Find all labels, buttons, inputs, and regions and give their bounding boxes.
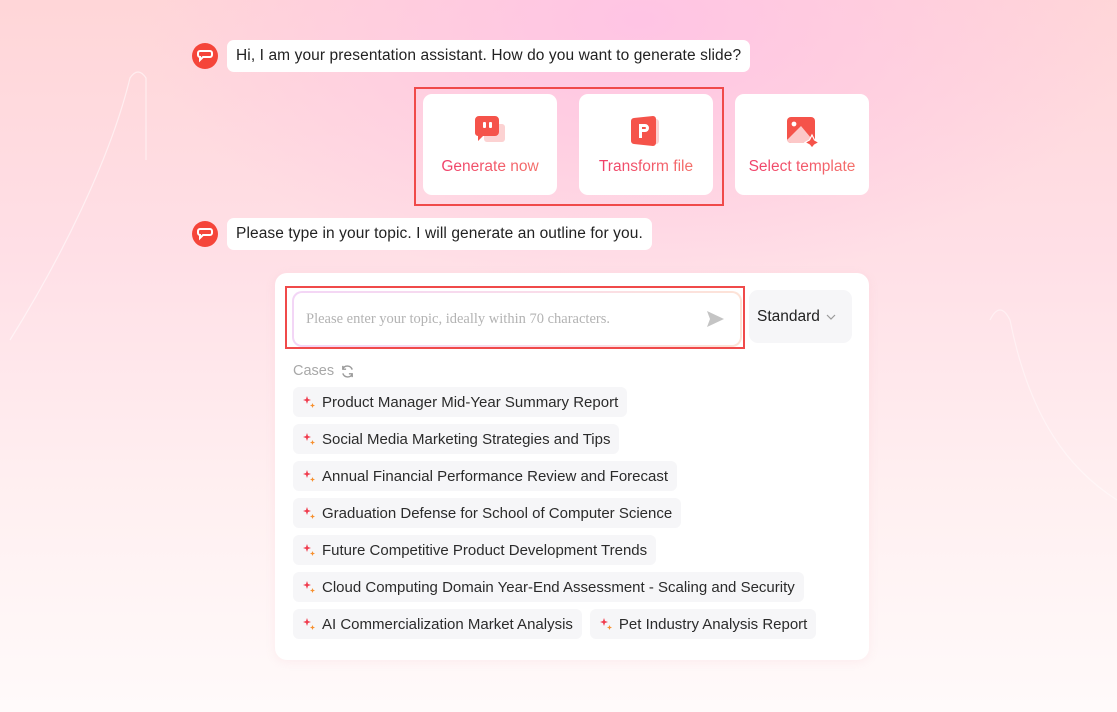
assistant-avatar [192, 221, 218, 247]
option-label: Generate now [441, 158, 539, 175]
mode-select[interactable]: Standard [749, 290, 852, 343]
sparkle-icon [303, 507, 315, 519]
case-label: AI Commercialization Market Analysis [322, 615, 573, 633]
generate-now-button[interactable]: Generate now [423, 94, 557, 195]
sparkle-icon [303, 470, 315, 482]
send-button[interactable] [704, 308, 726, 330]
option-label: Transform file [598, 158, 694, 175]
send-arrow-icon [707, 311, 724, 327]
assistant-message: Hi, I am your presentation assistant. Ho… [192, 40, 751, 72]
sparkle-icon [599, 618, 612, 630]
case-chip[interactable]: Future Competitive Product Development T… [293, 535, 657, 565]
chevron-down-icon [826, 314, 836, 320]
case-list: Product Manager Mid-Year Summary Report … [293, 387, 853, 646]
cases-header: Cases [293, 363, 355, 379]
case-chip[interactable]: Pet Industry Analysis Report [589, 609, 817, 639]
case-chip[interactable]: Cloud Computing Domain Year-End Assessme… [293, 572, 804, 602]
case-chip[interactable]: Social Media Marketing Strategies and Ti… [293, 424, 620, 454]
case-label: Product Manager Mid-Year Summary Report [322, 393, 619, 411]
sparkle-icon [303, 396, 315, 408]
assistant-avatar [192, 43, 218, 69]
case-label: Future Competitive Product Development T… [322, 541, 648, 559]
generation-options: Generate now Transform file Select templ… [423, 94, 869, 195]
case-chip[interactable]: Product Manager Mid-Year Summary Report [293, 387, 628, 417]
case-label: Pet Industry Analysis Report [618, 615, 808, 633]
case-chip[interactable]: Graduation Defense for School of Compute… [293, 498, 682, 528]
image-sparkle-icon [787, 117, 819, 148]
sparkle-icon [303, 544, 315, 556]
message-text: Please type in your topic. I will genera… [227, 218, 652, 250]
select-template-button[interactable]: Select template [735, 94, 869, 195]
case-label: Graduation Defense for School of Compute… [322, 504, 673, 522]
chat-bubble-logo-icon [197, 50, 213, 63]
case-chip[interactable]: AI Commercialization Market Analysis [293, 609, 582, 639]
topic-input[interactable] [306, 310, 704, 328]
case-label: Social Media Marketing Strategies and Ti… [322, 430, 611, 448]
powerpoint-file-icon [631, 116, 659, 146]
chat-bubble-logo-icon [197, 228, 213, 241]
message-text: Hi, I am your presentation assistant. Ho… [227, 40, 751, 72]
case-label: Cloud Computing Domain Year-End Assessme… [322, 578, 795, 596]
topic-input-container [292, 291, 742, 347]
option-label: Select template [748, 158, 856, 175]
assistant-message: Please type in your topic. I will genera… [192, 218, 652, 250]
cases-label: Cases [293, 363, 335, 379]
sparkle-icon [303, 618, 315, 630]
sparkle-icon [303, 433, 315, 445]
case-label: Annual Financial Performance Review and … [322, 467, 669, 485]
chat-bubbles-icon [475, 116, 505, 142]
topic-panel: Standard Cases Product Manager Mid-Year … [275, 273, 869, 660]
transform-file-button[interactable]: Transform file [579, 94, 713, 195]
case-chip[interactable]: Annual Financial Performance Review and … [293, 461, 678, 491]
sparkle-icon [303, 581, 315, 593]
mode-select-value: Standard [757, 307, 820, 325]
refresh-icon[interactable] [340, 364, 355, 379]
